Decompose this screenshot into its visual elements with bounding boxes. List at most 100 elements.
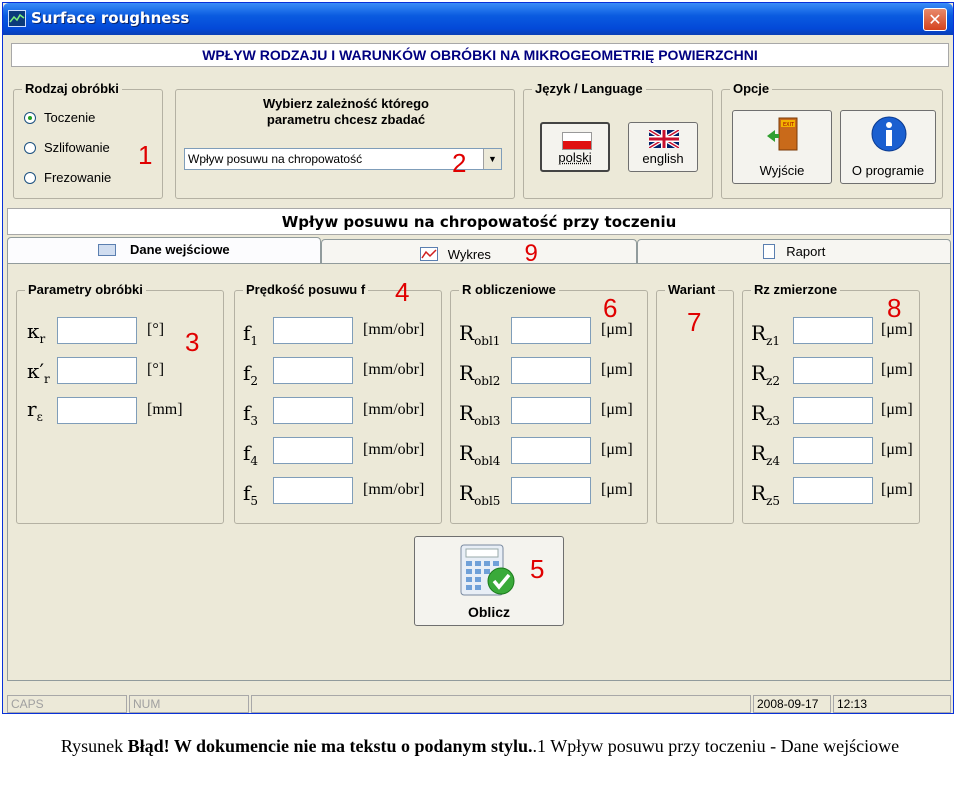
feed-sym-1: f1 (243, 321, 259, 348)
calc-group: R obliczeniowe 6 Robl1 [μm] Robl2 [μm] R… (450, 282, 648, 524)
calc-input-2[interactable] (511, 357, 591, 384)
caption-suffix: .1 Wpływ posuwu przy toczeniu - Dane wej… (532, 736, 900, 756)
feed-unit-3: [mm/obr] (363, 401, 425, 418)
calc-unit-1: [μm] (601, 321, 633, 338)
chevron-down-icon[interactable]: ▼ (483, 149, 501, 169)
radio-szlifowanie-label: Szlifowanie (44, 140, 110, 155)
exit-button[interactable]: EXIT Wyjście (732, 110, 832, 184)
calc-sym-3: Robl3 (459, 401, 501, 428)
info-bar: Wpływ posuwu na chropowatość przy toczen… (7, 208, 951, 235)
radio-toczenie-label: Toczenie (44, 110, 96, 125)
measured-input-5[interactable] (793, 477, 873, 504)
window-title: Surface roughness (31, 9, 190, 27)
tab-dane-wejsciowe[interactable]: Dane wejściowe (7, 237, 321, 264)
machining-group-title: Rodzaj obróbki (22, 81, 122, 96)
measured-input-1[interactable] (793, 317, 873, 344)
measured-sym-2: Rz2 (751, 361, 781, 388)
chart-icon (420, 247, 439, 261)
measured-sym-3: Rz3 (751, 401, 781, 428)
measured-unit-1: [μm] (881, 321, 913, 338)
compute-label: Oblicz (467, 604, 510, 620)
annotation-2: 2 (452, 148, 467, 178)
status-num: NUM (129, 695, 249, 713)
title-bar[interactable]: Surface roughness ✕ (3, 3, 953, 35)
caption-error: Błąd! W dokumencie nie ma tekstu o podan… (127, 736, 533, 756)
radio-toczenie[interactable]: Toczenie (24, 110, 95, 125)
report-icon (762, 244, 775, 259)
tab-raport[interactable]: Raport (637, 239, 951, 263)
calculator-check-icon (460, 544, 515, 596)
status-caps: CAPS (7, 695, 127, 713)
svg-text:EXIT: EXIT (783, 122, 795, 128)
annotation-8: 8 (887, 293, 902, 323)
feed-sym-2: f2 (243, 361, 259, 388)
radio-frezowanie[interactable]: Frezowanie (24, 170, 111, 185)
variant-group-title: Wariant (665, 282, 719, 297)
calc-group-title: R obliczeniowe (459, 282, 559, 297)
measured-unit-2: [μm] (881, 361, 913, 378)
exit-label: Wyjście (759, 163, 805, 178)
calc-input-1[interactable] (511, 317, 591, 344)
feed-input-5[interactable] (273, 477, 353, 504)
param-input-kr[interactable] (57, 317, 137, 344)
close-button[interactable]: ✕ (923, 8, 947, 31)
radio-szlifowanie[interactable]: Szlifowanie (24, 140, 110, 155)
radio-szlifowanie-dot[interactable] (24, 141, 36, 154)
feed-unit-4: [mm/obr] (363, 441, 425, 458)
measured-sym-1: Rz1 (751, 321, 781, 348)
calc-sym-2: Robl2 (459, 361, 501, 388)
polski-button[interactable]: polski (540, 122, 610, 172)
feed-input-4[interactable] (273, 437, 353, 464)
measured-input-4[interactable] (793, 437, 873, 464)
options-group-title: Opcje (730, 81, 773, 96)
feed-unit-5: [mm/obr] (363, 481, 425, 498)
radio-frezowanie-label: Frezowanie (44, 170, 112, 185)
param-input-kr-prime[interactable] (57, 357, 137, 384)
radio-frezowanie-dot[interactable] (24, 171, 36, 184)
radio-toczenie-dot[interactable] (24, 111, 36, 124)
measured-input-2[interactable] (793, 357, 873, 384)
language-group-title: Język / Language (532, 81, 646, 96)
annotation-5: 5 (530, 554, 545, 584)
feed-unit-2: [mm/obr] (363, 361, 425, 378)
feed-sym-3: f3 (243, 401, 259, 428)
main-banner: WPŁYW RODZAJU I WARUNKÓW OBRÓBKI NA MIKR… (11, 43, 949, 67)
about-button[interactable]: O programie (840, 110, 936, 184)
variant-group: Wariant 7 (656, 282, 734, 524)
calc-unit-5: [μm] (601, 481, 633, 498)
calc-input-3[interactable] (511, 397, 591, 424)
feed-input-1[interactable] (273, 317, 353, 344)
param-unit-kr: [°] (147, 321, 165, 338)
params-group: Parametry obróbki κr [°] κ′r [°] rε [mm]… (16, 282, 224, 524)
measured-unit-3: [μm] (881, 401, 913, 418)
measured-sym-5: Rz5 (751, 481, 781, 508)
measured-group: Rz zmierzone 8 Rz1 [μm] Rz2 [μm] Rz3 [μm… (742, 282, 920, 524)
calc-input-5[interactable] (511, 477, 591, 504)
status-time: 12:13 (833, 695, 951, 713)
measured-input-3[interactable] (793, 397, 873, 424)
feed-sym-4: f4 (243, 441, 259, 468)
english-label: english (642, 151, 684, 166)
calc-input-4[interactable] (511, 437, 591, 464)
english-button[interactable]: english (628, 122, 698, 172)
annotation-1: 1 (138, 140, 153, 170)
exit-door-icon: EXIT (767, 117, 798, 151)
feed-input-2[interactable] (273, 357, 353, 384)
machining-group: Rodzaj obróbki Toczenie Szlifowanie Frez… (13, 81, 163, 199)
tab-wykres[interactable]: Wykres 9 (321, 239, 637, 266)
feed-input-3[interactable] (273, 397, 353, 424)
calc-sym-1: Robl1 (459, 321, 501, 348)
tab-raport-label: Raport (786, 244, 826, 259)
options-group: Opcje EXIT Wyjście O programie (721, 81, 943, 199)
calc-unit-4: [μm] (601, 441, 633, 458)
param-input-r-eps[interactable] (57, 397, 137, 424)
app-window: Surface roughness ✕ WPŁYW RODZAJU I WARU… (2, 2, 954, 714)
measured-group-title: Rz zmierzone (751, 282, 841, 297)
feed-unit-1: [mm/obr] (363, 321, 425, 338)
annotation-4: 4 (395, 277, 410, 307)
figure-caption: Rysunek Błąd! W dokumencie nie ma tekstu… (0, 735, 960, 757)
param-unit-kr-prime: [°] (147, 361, 165, 378)
language-group: Język / Language polski english (523, 81, 713, 199)
param-select-group: Wybierz zależność którego parametru chce… (175, 89, 515, 199)
param-sym-kr-prime: κ′r (27, 359, 50, 386)
